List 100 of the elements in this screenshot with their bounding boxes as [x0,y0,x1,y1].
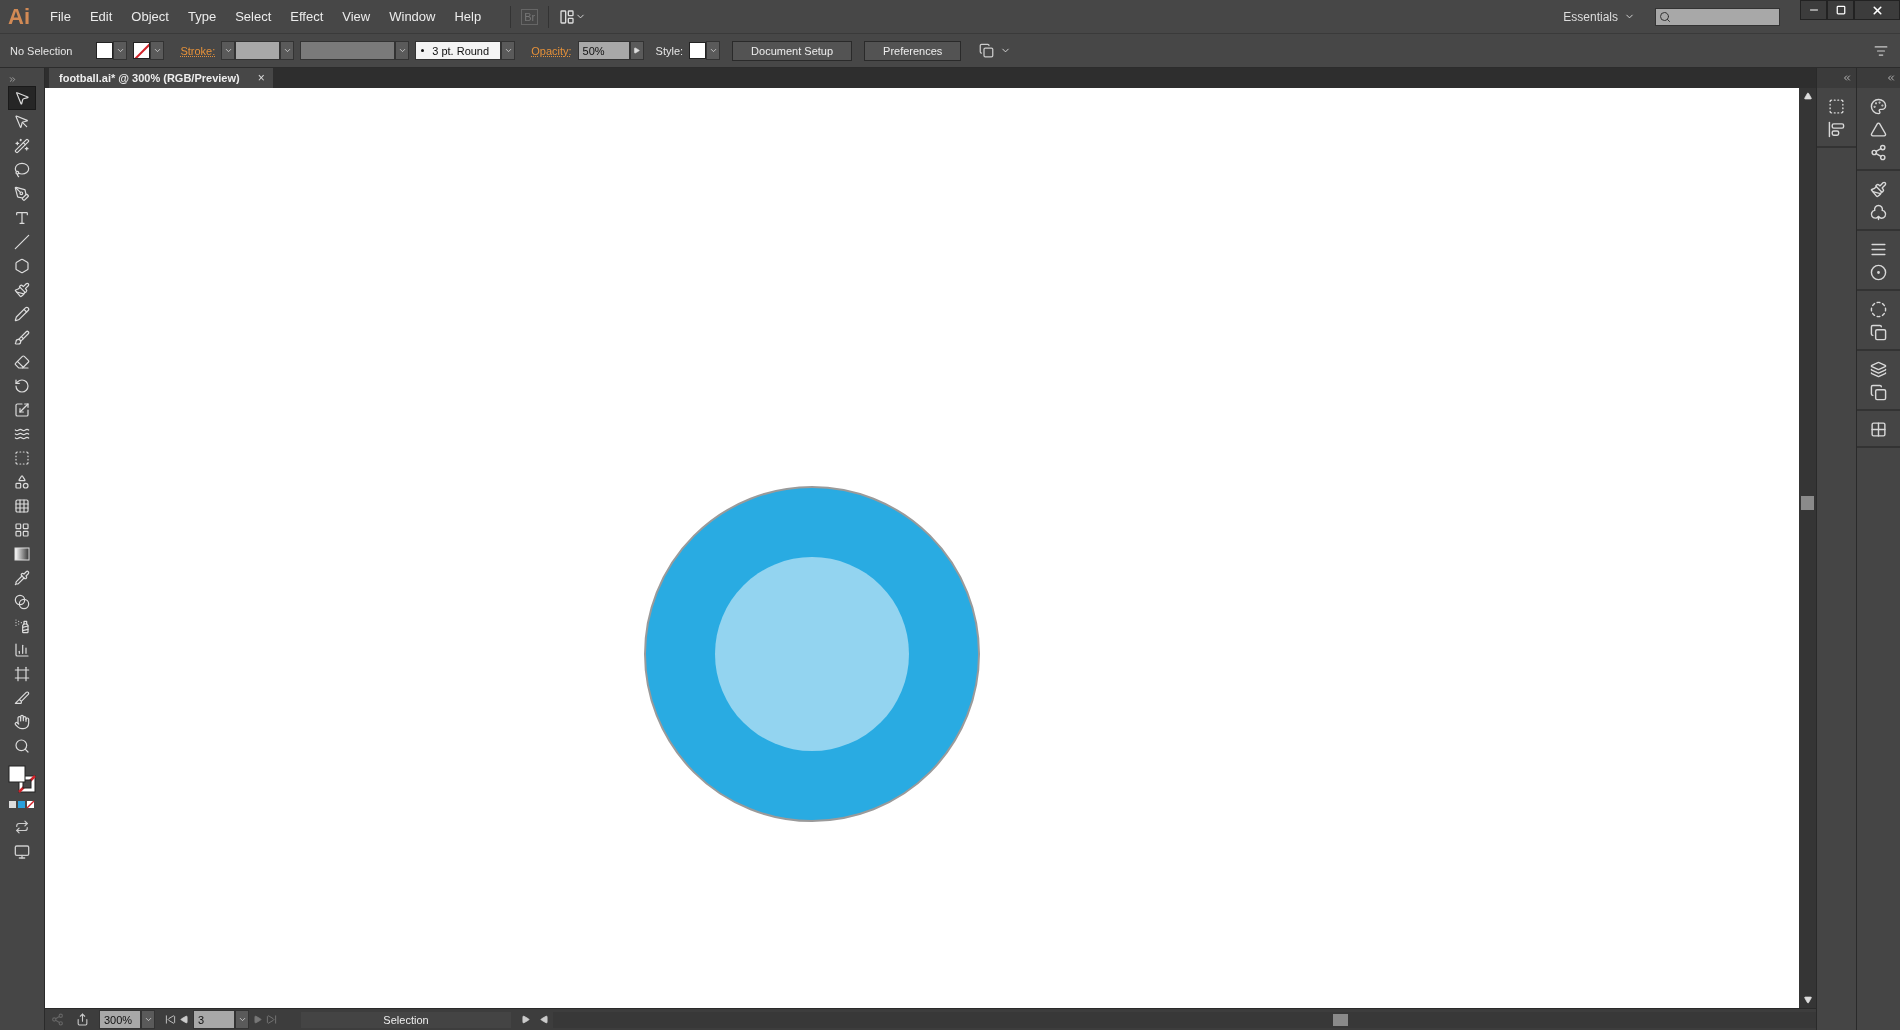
variable-width-dropdown[interactable] [300,41,396,60]
hollow-pointer-icon [14,114,30,130]
maximize-button[interactable] [1827,0,1854,20]
search-icon [1659,10,1671,23]
triangle-arrow-icon [633,47,641,54]
share-icon[interactable] [76,1013,89,1026]
menu-item[interactable]: File [50,9,71,24]
opacity-field[interactable]: 50% [577,41,630,60]
eyedropper-icon [14,570,30,586]
grid-icon [14,498,30,514]
arrow-pointer-icon [14,90,30,106]
knife-icon [14,690,30,706]
brush-icon [14,330,30,346]
lasso-icon [14,162,30,178]
search-field[interactable] [1655,7,1780,26]
opacity-link[interactable]: Opacity: [531,44,572,57]
caret-icon [223,46,233,55]
menu-item[interactable]: Edit [89,9,113,24]
collapse-icon[interactable] [1886,73,1896,83]
stacked-squares-icon[interactable] [1870,384,1887,401]
workspace-switcher[interactable]: Essentials [1563,9,1618,24]
next-artboard-icon[interactable] [253,1015,262,1024]
document-tab[interactable]: football.ai* @ 300% (RGB/Preview) × [49,68,273,88]
menu-item[interactable]: View [342,9,371,24]
stroke-none-swatch[interactable] [133,42,151,59]
screen-mode-icon[interactable] [14,844,30,860]
fill-swatch[interactable] [96,42,114,59]
caret-icon [237,1015,247,1024]
stroke-lines-icon[interactable] [1870,241,1887,258]
caret-icon [503,46,513,55]
stroke-weight-field[interactable] [235,41,281,60]
artboards-panel-button[interactable] [1828,98,1845,115]
brush-definition-field[interactable]: 3 pt. Round [415,41,502,60]
minimize-button[interactable] [1800,0,1827,20]
maximize-icon [1835,5,1846,15]
caret-icon [282,46,292,55]
blend-icon [14,594,30,610]
close-button[interactable] [1854,0,1900,20]
dashed-square-icon [1828,98,1845,115]
close-icon [1870,3,1884,17]
menu-item[interactable]: Effect [290,9,324,24]
scrollbar-thumb[interactable] [1801,496,1814,510]
scroll-down-icon[interactable] [1803,996,1812,1004]
app-logo: Ai [8,3,30,30]
eraser-icon [14,354,30,370]
align-left-icon [1828,121,1845,138]
menu-item[interactable]: Window [389,9,436,24]
paintbrush-icon [14,282,30,298]
scroll-left-icon[interactable] [540,1015,549,1024]
panel-menu-icon[interactable] [1874,43,1888,58]
grid-icon [1870,421,1887,438]
selection-status: No Selection [10,44,73,57]
scrollbar-thumb[interactable] [1333,1013,1348,1026]
bar-chart-icon [14,642,30,658]
lines-icon [1870,241,1887,258]
rotate-icon [14,378,30,394]
table-icon[interactable] [1870,421,1887,438]
pencil-icon [14,306,30,322]
arrange-documents-icon[interactable] [559,8,576,25]
dashed-square-icon [14,450,30,466]
toolbar-button[interactable]: Preferences [864,40,962,61]
menu-item[interactable]: Help [454,9,482,24]
fill-stroke-drawing[interactable] [7,764,37,794]
previous-artboard-icon[interactable] [180,1015,189,1024]
overlapping-squares-icon [1870,384,1887,401]
caret-icon [143,1015,153,1024]
menu-item[interactable]: Select [235,9,272,24]
letter-icon [14,210,30,226]
stroke-link[interactable]: Stroke: [180,44,216,57]
toolbar-button[interactable]: Document Setup [732,40,853,61]
caret-icon [115,46,125,55]
diagonal-line-icon [14,234,30,250]
artboard-field[interactable]: 3 [193,1010,235,1029]
wave-icon [14,426,30,442]
gradient-square-icon [14,546,30,562]
zoom-field[interactable]: 300% [99,1010,141,1029]
menu-item[interactable]: Type [187,9,217,24]
tool-button[interactable] [8,86,36,110]
hexagon-icon [14,258,30,274]
magnifier-icon [14,738,30,754]
collapse-icon[interactable] [1842,73,1852,83]
menu-item[interactable]: Object [131,9,169,24]
scroll-up-icon[interactable] [1803,92,1812,100]
mesh-grid-icon [14,522,30,538]
pen-nib-icon [14,186,30,202]
spray-can-icon [14,618,30,634]
frame-icon [14,666,30,682]
expand-icon[interactable] [8,74,17,84]
brush-dot-icon [421,49,425,52]
close-tab-button[interactable]: × [257,71,265,85]
shapes-icon [14,474,30,490]
first-artboard-icon[interactable] [165,1014,176,1025]
color-mode-icon[interactable] [8,800,36,810]
caret-icon [152,46,162,55]
magic-wand-icon [14,138,30,154]
caret-icon [708,46,718,55]
align-panel-button[interactable] [1828,121,1845,138]
style-swatch[interactable] [689,42,707,59]
caret-icon [397,46,407,55]
status-menu-icon[interactable] [521,1015,530,1024]
